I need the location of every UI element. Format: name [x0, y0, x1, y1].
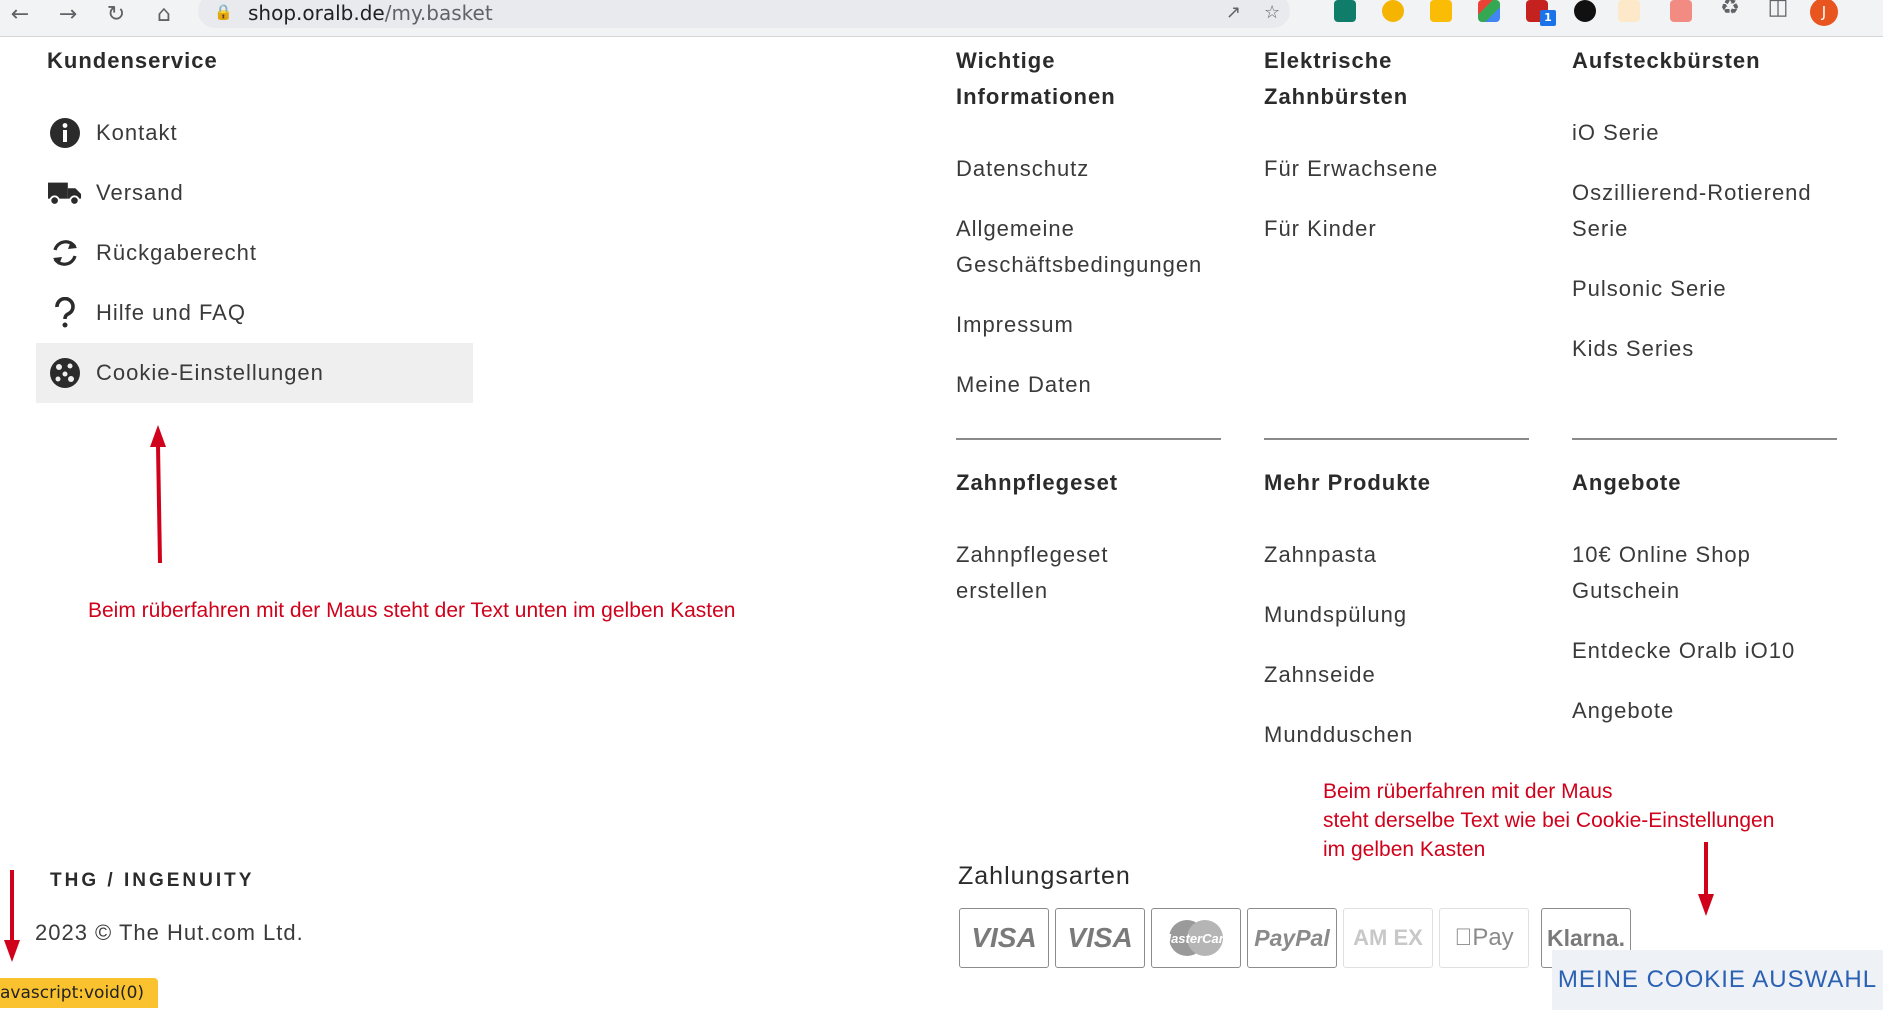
footer-link-mundduschen[interactable]: Mundduschen	[1264, 717, 1413, 753]
footer-link-hilfe-faq[interactable]: Hilfe und FAQ	[36, 283, 473, 343]
home-icon[interactable]: ⌂	[150, 4, 178, 32]
extension-icon[interactable]	[1430, 0, 1452, 22]
link-label: Versand	[96, 180, 184, 205]
apple-icon: 	[1454, 924, 1472, 952]
footer-link-datenschutz[interactable]: Datenschutz	[956, 151, 1089, 187]
footer-link-online-shop-gutschein[interactable]: 10€ Online Shop Gutschein	[1572, 537, 1751, 609]
extension-icon[interactable]	[1478, 0, 1500, 22]
footer-link-entdecke-io10[interactable]: Entdecke Oralb iO10	[1572, 633, 1795, 669]
visa-icon: VISA	[1055, 908, 1145, 968]
footer-link-impressum[interactable]: Impressum	[956, 307, 1074, 343]
extension-icon[interactable]	[1574, 0, 1596, 22]
paypal-icon: PayPal	[1247, 908, 1337, 968]
return-icon	[48, 236, 82, 270]
divider	[1572, 438, 1837, 440]
forward-icon[interactable]: →	[54, 4, 82, 32]
annotation-arrow-down	[4, 870, 20, 962]
extensions-puzzle-icon[interactable]: ♻	[1716, 0, 1744, 25]
footer-link-zahnpasta[interactable]: Zahnpasta	[1264, 537, 1377, 573]
thg-ingenuity-logo[interactable]: THG / INGENUITY	[50, 870, 254, 892]
url-text: shop.oralb.de/my.basket	[248, 1, 493, 25]
mastercard-icon: MasterCard	[1151, 908, 1241, 968]
visa-electron-icon: VISA	[959, 908, 1049, 968]
annotation-arrow-up	[150, 425, 166, 564]
address-bar[interactable]: 🔒 shop.oralb.de/my.basket ↗ ☆	[198, 0, 1290, 28]
info-icon	[48, 116, 82, 150]
footer-link-angebote[interactable]: Angebote	[1572, 693, 1674, 729]
angebote-heading: Angebote	[1572, 470, 1682, 495]
bookmark-star-icon[interactable]: ☆	[1264, 2, 1280, 23]
amex-icon: AM EX	[1343, 908, 1433, 968]
link-label: Hilfe und FAQ	[96, 300, 246, 325]
browser-toolbar: ← → ↻ ⌂ 🔒 shop.oralb.de/my.basket ↗ ☆ 1 …	[0, 0, 1883, 37]
meine-cookie-auswahl-button[interactable]: MEINE COOKIE AUSWAHL	[1552, 950, 1883, 1010]
lock-icon: 🔒	[214, 3, 233, 21]
zahnpflegeset-heading: Zahnpflegeset	[956, 470, 1119, 495]
footer-link-meine-daten[interactable]: Meine Daten	[956, 367, 1092, 403]
link-label: Rückgaberecht	[96, 240, 257, 265]
footer-link-versand[interactable]: Versand	[36, 163, 473, 223]
footer-link-rueckgaberecht[interactable]: Rückgaberecht	[36, 223, 473, 283]
apple-pay-icon: Pay	[1439, 908, 1529, 968]
footer-link-pulsonic-serie[interactable]: Pulsonic Serie	[1572, 271, 1727, 307]
annotation-arrow-down	[1698, 842, 1714, 916]
aufsteckbuersten-heading: Aufsteckbürsten	[1572, 48, 1761, 73]
zahlungsarten-heading: Zahlungsarten	[958, 862, 1131, 890]
status-bar-url: avascript:void(0)	[0, 978, 159, 1008]
reload-icon[interactable]: ↻	[102, 4, 130, 32]
wichtige-informationen-heading: Wichtige Informationen	[956, 48, 1116, 109]
extension-badge: 1	[1540, 10, 1556, 26]
share-icon[interactable]: ↗	[1226, 2, 1241, 23]
footer-link-fuer-kinder[interactable]: Für Kinder	[1264, 211, 1377, 247]
kundenservice-heading: Kundenservice	[47, 48, 218, 73]
footer-link-agb[interactable]: Allgemeine Geschäftsbedingungen	[956, 211, 1202, 283]
footer-link-io-serie[interactable]: iO Serie	[1572, 115, 1659, 151]
link-label: Kontakt	[96, 120, 178, 145]
annotation-text-left: Beim rüberfahren mit der Maus steht der …	[88, 599, 736, 622]
question-icon	[48, 296, 82, 330]
extension-icon[interactable]	[1382, 0, 1404, 22]
mehr-produkte-heading: Mehr Produkte	[1264, 470, 1432, 495]
profile-avatar[interactable]: J	[1810, 0, 1838, 26]
extension-icon[interactable]	[1334, 0, 1356, 22]
side-panel-icon[interactable]: ◫	[1764, 0, 1792, 25]
footer-link-zahnpflegeset-erstellen[interactable]: Zahnpflegeset erstellen	[956, 537, 1108, 609]
footer-link-cookie-einstellungen[interactable]: Cookie-Einstellungen	[36, 343, 473, 403]
footer-link-mundspuelung[interactable]: Mundspülung	[1264, 597, 1407, 633]
cookie-icon	[48, 356, 82, 390]
footer-link-zahnseide[interactable]: Zahnseide	[1264, 657, 1376, 693]
elektrische-zahnbuersten-heading: Elektrische Zahnbürsten	[1264, 48, 1409, 109]
extension-icon[interactable]	[1670, 0, 1692, 22]
extension-icon[interactable]	[1618, 0, 1640, 22]
footer-link-kontakt[interactable]: Kontakt	[36, 103, 473, 163]
footer-link-kids-series[interactable]: Kids Series	[1572, 331, 1694, 367]
copyright-text: 2023 © The Hut.com Ltd.	[35, 920, 304, 945]
footer-link-fuer-erwachsene[interactable]: Für Erwachsene	[1264, 151, 1438, 187]
back-icon[interactable]: ←	[6, 4, 34, 32]
divider	[956, 438, 1221, 440]
divider	[1264, 438, 1529, 440]
footer-link-oszillierend-rotierend[interactable]: Oszillierend-Rotierend Serie	[1572, 175, 1812, 247]
link-label: Cookie-Einstellungen	[96, 360, 324, 385]
truck-icon	[48, 176, 82, 210]
